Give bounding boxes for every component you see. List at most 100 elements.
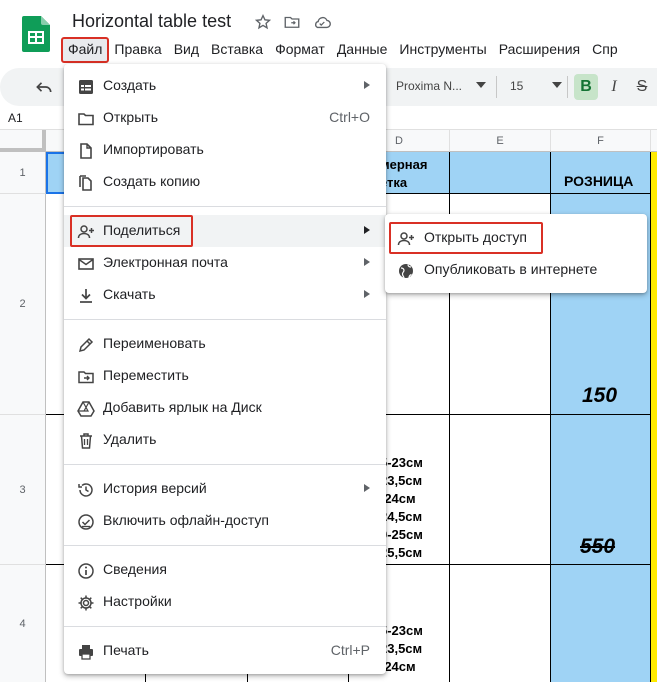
font-size-select[interactable]: 15 (510, 79, 523, 93)
row-header-3[interactable]: 3 (0, 415, 46, 565)
menu-format[interactable]: Формат (269, 38, 331, 62)
menu-item-label: Переместить (103, 367, 189, 383)
cell-d3-line: 25,5см (380, 545, 423, 560)
menu-separator (64, 319, 386, 320)
name-box[interactable]: A1 (8, 111, 23, 125)
info-icon (77, 562, 95, 580)
menu-extensions[interactable]: Расширения (493, 38, 586, 62)
menu-item-label: Настройки (103, 593, 172, 609)
menu-edit[interactable]: Правка (108, 38, 167, 62)
cell-e4[interactable] (450, 565, 551, 682)
menu-item-add-shortcut[interactable]: Добавить ярлык на Диск (64, 392, 386, 424)
cell-f3[interactable]: 550 (551, 415, 651, 565)
cell-d3-line: 23,5см (380, 473, 423, 488)
menu-item-label: Включить офлайн-доступ (103, 512, 269, 528)
menu-item-label: Создать (103, 77, 157, 93)
download-icon (77, 287, 95, 305)
menu-item-open[interactable]: Открыть Ctrl+O (64, 102, 386, 134)
submenu-arrow-icon (364, 290, 370, 298)
drive-shortcut-icon (77, 400, 95, 418)
undo-icon[interactable] (34, 77, 54, 97)
submenu-item-publish[interactable]: Опубликовать в интернете (385, 254, 647, 286)
menu-item-label: Скачать (103, 286, 156, 302)
menu-item-label: Переименовать (103, 335, 206, 351)
menu-item-move[interactable]: Переместить (64, 360, 386, 392)
history-icon (77, 481, 95, 499)
menu-item-details[interactable]: Сведения (64, 554, 386, 586)
move-to-folder-icon[interactable] (283, 13, 301, 31)
italic-button[interactable]: I (604, 74, 624, 100)
file-menu-dropdown: Создать Открыть Ctrl+O Импортировать Соз… (64, 64, 386, 674)
menu-item-label: История версий (103, 480, 207, 496)
cell-d4-line: 5-23см (380, 623, 423, 638)
font-family-dropdown-icon[interactable] (476, 82, 486, 88)
menu-item-delete[interactable]: Удалить (64, 424, 386, 456)
cell-f1[interactable]: РОЗНИЦА (551, 152, 651, 194)
strikethrough-button[interactable]: S (632, 74, 652, 100)
column-header-e[interactable]: E (450, 130, 551, 152)
menu-item-label: Создать копию (103, 173, 201, 189)
menu-item-download[interactable]: Скачать (64, 279, 386, 311)
menu-help[interactable]: Спр (586, 38, 623, 62)
printer-icon (77, 643, 95, 661)
mail-icon (77, 255, 95, 273)
cell-d3-line: 5-23см (380, 455, 423, 470)
move-folder-icon (77, 368, 95, 386)
cell-d4-line: 23,5см (380, 641, 423, 656)
menu-separator (64, 206, 386, 207)
menu-insert[interactable]: Вставка (205, 38, 269, 62)
cell-f4[interactable] (551, 565, 651, 682)
menu-tools[interactable]: Инструменты (393, 38, 492, 62)
cell-f2-price: 150 (582, 384, 618, 407)
menu-item-label: Печать (103, 642, 149, 658)
menu-file[interactable]: Файл (60, 37, 110, 63)
submenu-arrow-icon (364, 81, 370, 89)
row-header-1[interactable]: 1 (0, 152, 46, 194)
pencil-icon (77, 336, 95, 354)
font-size-dropdown-icon[interactable] (552, 82, 562, 88)
menu-item-email[interactable]: Электронная почта (64, 247, 386, 279)
select-all-corner[interactable] (0, 130, 46, 152)
star-icon[interactable] (254, 13, 272, 31)
menu-item-settings[interactable]: Настройки (64, 586, 386, 618)
row-header-2[interactable]: 2 (0, 194, 46, 415)
menu-data[interactable]: Данные (331, 38, 394, 62)
share-submenu: Открыть доступ Опубликовать в интернете (385, 214, 647, 293)
row-header-4[interactable]: 4 (0, 565, 46, 682)
cell-d1-line1: мерная (380, 157, 428, 172)
gear-icon (77, 594, 95, 612)
menu-item-print[interactable]: Печать Ctrl+P (64, 635, 386, 667)
shortcut-label: Ctrl+P (330, 642, 370, 658)
menu-item-label: Открыть (103, 109, 158, 125)
highlight-box-share-access (389, 222, 543, 254)
column-header-g[interactable] (651, 130, 657, 152)
font-family-select[interactable]: Proxima N... (396, 79, 462, 93)
menu-item-label: Импортировать (103, 141, 204, 157)
offline-check-icon (77, 513, 95, 531)
menu-separator (64, 545, 386, 546)
new-spreadsheet-icon (77, 78, 95, 96)
globe-icon (397, 262, 415, 280)
document-title[interactable]: Horizontal table test (72, 11, 231, 32)
cell-e3[interactable] (450, 415, 551, 565)
sheets-logo-icon[interactable] (22, 16, 50, 52)
menu-view[interactable]: Вид (168, 38, 205, 62)
menu-item-create[interactable]: Создать (64, 70, 386, 102)
cell-e1[interactable] (450, 152, 551, 194)
cell-d3-line: 24,5см (380, 509, 423, 524)
cloud-status-icon[interactable] (312, 13, 331, 31)
column-g-fill (651, 152, 657, 682)
menu-item-rename[interactable]: Переименовать (64, 328, 386, 360)
menu-item-offline[interactable]: Включить офлайн-доступ (64, 505, 386, 537)
bold-button[interactable]: B (574, 74, 598, 100)
menu-item-copy[interactable]: Создать копию (64, 166, 386, 198)
column-header-f[interactable]: F (551, 130, 651, 152)
title-bar: Horizontal table test (0, 0, 657, 52)
cell-f1-text: РОЗНИЦА (564, 173, 634, 189)
menu-item-import[interactable]: Импортировать (64, 134, 386, 166)
cell-d3-line: 0-25см (380, 527, 423, 542)
toolbar-divider (496, 76, 497, 98)
menu-item-version-history[interactable]: История версий (64, 473, 386, 505)
menu-separator (64, 626, 386, 627)
shortcut-label: Ctrl+O (329, 109, 370, 125)
